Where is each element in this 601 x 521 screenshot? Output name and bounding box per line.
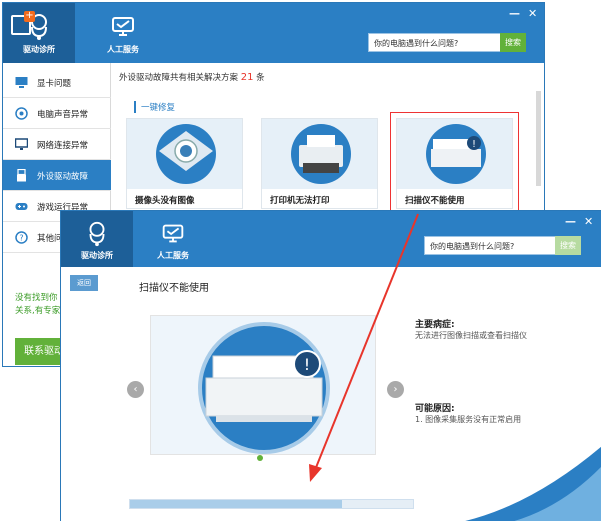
tab-label: 驱动诊所 (81, 251, 113, 260)
card-webcam[interactable]: 摄像头没有图像 (126, 118, 243, 209)
tab-human-service[interactable]: 人工服务 (87, 3, 159, 63)
search-placeholder: 你的电脑遇到什么问题? (430, 242, 515, 251)
slide-indicator[interactable] (257, 455, 263, 461)
sidebar-item-label: 其他问 (37, 234, 63, 244)
scanner-icon: ! (426, 124, 486, 184)
next-slide-button[interactable]: › (387, 381, 404, 398)
tab-label: 人工服务 (107, 45, 139, 54)
card-printer[interactable]: 打印机无法打印 (261, 118, 378, 209)
question-icon: ? (15, 231, 28, 244)
svg-text:?: ? (19, 234, 23, 243)
sidebar-item-label: 网络连接异常 (37, 141, 89, 151)
back-button[interactable]: 返回 (70, 275, 98, 291)
scanner-icon: ! (198, 322, 330, 454)
window-header: 驱动诊所 + 人工服务 — ✕ 你的电脑遇到什么问题? 搜索 (3, 3, 544, 63)
card-label: 打印机无法打印 (270, 196, 330, 206)
webcam-icon (156, 124, 216, 184)
card-label: 摄像头没有图像 (135, 196, 195, 206)
solution-count: 外设驱动故障共有相关解决方案 21 条 (119, 71, 265, 83)
scrollbar[interactable] (536, 91, 541, 186)
card-label: 扫描仪不能使用 (405, 196, 465, 206)
printer-icon (291, 124, 351, 184)
sidebar-item-label: 电脑声音异常 (37, 110, 89, 120)
tab-label: 驱动诊所 (23, 45, 55, 54)
scanner-illustration: ! (150, 315, 376, 455)
search-box[interactable]: 你的电脑遇到什么问题? 搜索 (424, 236, 581, 255)
progress-fill (130, 500, 343, 508)
svg-text:!: ! (472, 139, 476, 150)
sidebar-item-display-card[interactable]: 显卡问题 (3, 67, 111, 98)
cause-title: 可能原因: (415, 404, 455, 414)
minimize-button[interactable]: — (509, 7, 520, 20)
stethoscope-icon (89, 221, 105, 247)
sidebar-item-sound[interactable]: 电脑声音异常 (3, 98, 111, 129)
monitor-icon (15, 138, 28, 150)
close-button[interactable]: ✕ (528, 7, 537, 20)
search-button[interactable]: 搜索 (500, 33, 526, 52)
tab-label: 人工服务 (157, 251, 189, 260)
progress-bar (129, 499, 414, 509)
help-line: 没有找到你 (15, 293, 58, 303)
add-badge-icon: + (11, 11, 35, 35)
section-title: 一键修复 (134, 101, 175, 113)
svg-text:!: ! (304, 355, 310, 374)
sidebar-item-peripheral[interactable]: 外设驱动故障 (3, 160, 111, 191)
help-line: 关系,有专家 (15, 306, 61, 316)
display-card-icon (15, 77, 28, 88)
support-icon (162, 224, 184, 243)
search-box[interactable]: 你的电脑遇到什么问题? 搜索 (368, 33, 526, 52)
symptom-title: 主要病症: (415, 320, 455, 330)
search-button[interactable]: 搜索 (555, 236, 581, 255)
speaker-icon (15, 107, 28, 120)
search-placeholder: 你的电脑遇到什么问题? (374, 39, 459, 48)
usb-icon (17, 169, 26, 182)
window-header: 驱动诊所 人工服务 — ✕ 你的电脑遇到什么问题? 搜索 (61, 211, 601, 267)
card-scanner[interactable]: ! 扫描仪不能使用 (390, 112, 519, 215)
tab-driver-clinic[interactable]: 驱动诊所 (61, 211, 133, 267)
count-suffix: 条 (256, 73, 265, 83)
driver-window-detail: 驱动诊所 人工服务 — ✕ 你的电脑遇到什么问题? 搜索 返回 扫描仪不能使用 … (60, 210, 601, 521)
count-value: 21 (240, 72, 254, 83)
symptom-text: 无法进行图像扫描或查看扫描仪 (415, 331, 527, 340)
page-title: 扫描仪不能使用 (139, 283, 209, 294)
close-button[interactable]: ✕ (584, 215, 593, 228)
gamepad-icon (15, 203, 28, 210)
sidebar-item-network[interactable]: 网络连接异常 (3, 129, 111, 160)
cause-text: 1. 图像采集服务没有正常启用 (415, 415, 522, 424)
sidebar-item-label: 外设驱动故障 (37, 172, 89, 182)
count-prefix: 外设驱动故障共有相关解决方案 (119, 73, 239, 83)
support-icon (112, 17, 134, 36)
minimize-button[interactable]: — (565, 215, 576, 228)
sidebar-item-label: 显卡问题 (37, 79, 72, 89)
sidebar-help-text: 没有找到你 关系,有专家 (15, 292, 60, 318)
tab-human-service[interactable]: 人工服务 (137, 211, 209, 267)
prev-slide-button[interactable]: ‹ (127, 381, 144, 398)
decorative-wave (464, 446, 601, 521)
